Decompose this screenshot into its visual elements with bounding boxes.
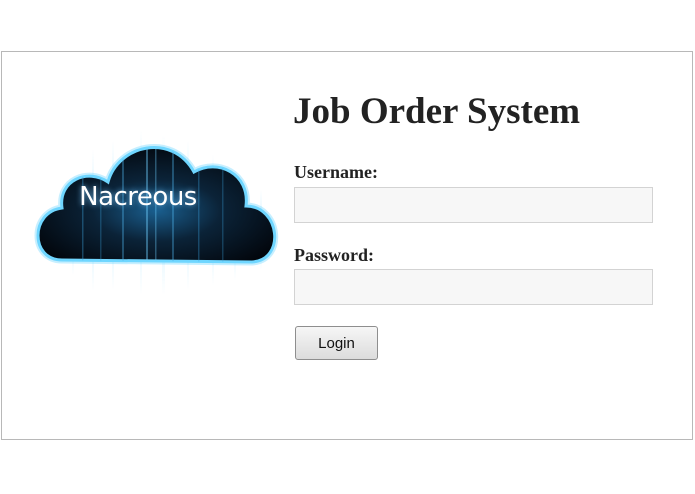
- password-label: Password:: [294, 245, 374, 265]
- nacreous-logo: Nacreous: [22, 110, 292, 295]
- login-button[interactable]: Login: [295, 326, 378, 360]
- page-title: Job Order System: [293, 91, 581, 132]
- username-field[interactable]: [294, 187, 653, 223]
- username-label: Username:: [294, 162, 378, 182]
- password-field[interactable]: [294, 269, 653, 305]
- logo-text: Nacreous: [79, 182, 197, 212]
